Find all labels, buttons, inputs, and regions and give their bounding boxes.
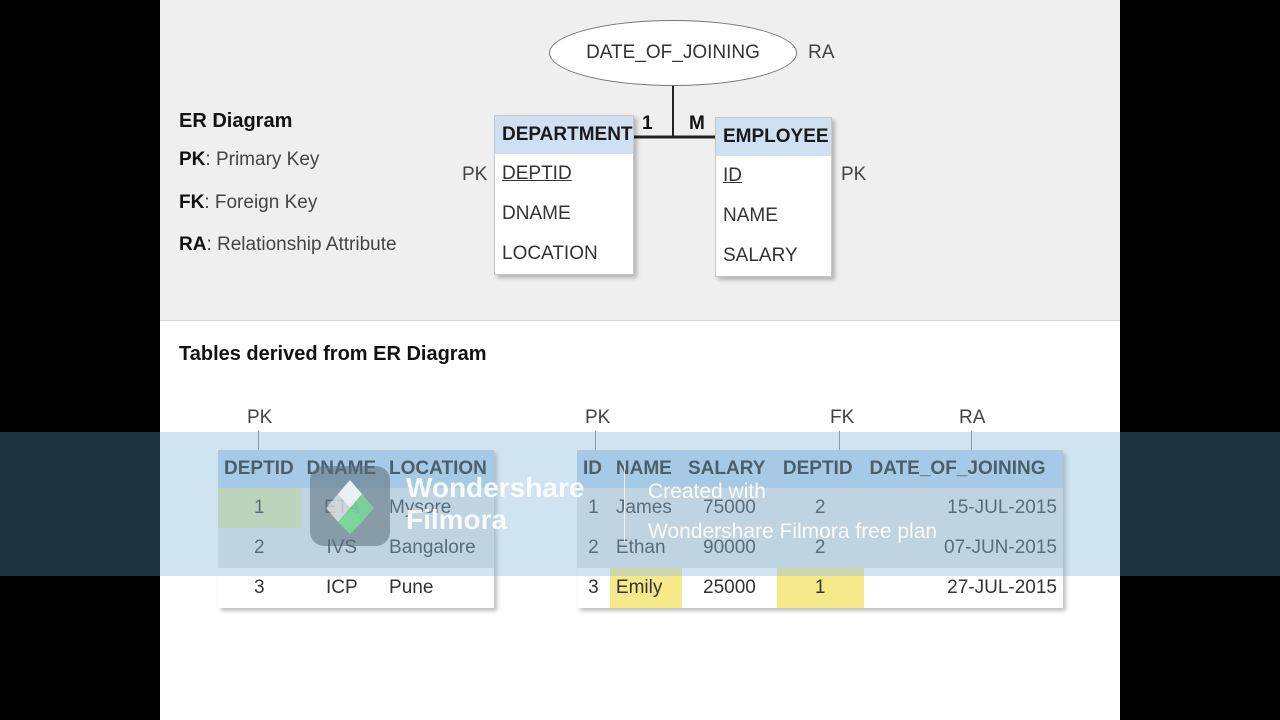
employee-table: ID NAME SALARY DEPTID DATE_OF_JOINING 1 …: [577, 450, 1063, 608]
key-tick: [839, 431, 840, 450]
tables-section-title: Tables derived from ER Diagram: [179, 343, 487, 365]
entity-title: EMPLOYEE: [716, 118, 831, 156]
column-header: LOCATION: [383, 450, 494, 488]
table-cell: Mysore: [383, 488, 494, 528]
key-tick: [971, 431, 972, 450]
employee-entity: EMPLOYEE ID NAME SALARY: [715, 117, 832, 277]
entity-attribute-pk: DEPTID: [502, 163, 572, 184]
table-cell-highlighted: 1: [218, 488, 301, 528]
dept-table-pk-label: PK: [247, 407, 273, 428]
watermark-band-left: [0, 432, 160, 576]
table-cell: 2: [218, 528, 301, 568]
table-cell: 75000: [682, 488, 777, 528]
table-row: 3 ICP Pune: [218, 568, 494, 608]
table-cell: 25000: [703, 577, 756, 598]
table-cell: 2: [776, 528, 864, 568]
department-pk-label: PK: [462, 164, 488, 185]
relationship-attribute-ellipse: DATE_OF_JOINING: [549, 20, 797, 86]
slide: ER Diagram PK: Primary Key FK: Foreign K…: [160, 0, 1120, 720]
column-header: ID: [577, 450, 610, 488]
table-cell: James: [609, 488, 682, 528]
emp-table-pk-label: PK: [585, 407, 611, 428]
entity-attribute: DNAME: [502, 203, 571, 224]
table-cell: 1: [577, 488, 610, 528]
table-row: 1 James 75000 2 15-JUL-2015: [577, 488, 1063, 528]
table-cell: 07-JUN-2015: [863, 528, 1063, 568]
emp-table-ra-label: RA: [959, 407, 986, 428]
table-cell: IVS: [300, 528, 384, 568]
ra-label: RA: [808, 42, 835, 63]
watermark-band-right: [1120, 432, 1280, 576]
table-cell: Bangalore: [383, 528, 494, 568]
key-tick: [258, 431, 259, 450]
emp-table-fk-label: FK: [830, 407, 855, 428]
department-entity: DEPARTMENT DEPTID DNAME LOCATION: [494, 115, 634, 275]
table-cell: ICP: [325, 577, 358, 598]
table-row: 2 Ethan 90000 2 07-JUN-2015: [577, 528, 1063, 568]
column-header: DNAME: [300, 450, 384, 488]
column-header: SALARY: [682, 450, 777, 488]
cardinality-many: M: [689, 113, 705, 134]
column-header: NAME: [609, 450, 682, 488]
table-cell: 15-JUL-2015: [863, 488, 1063, 528]
column-header: DEPTID: [776, 450, 864, 488]
key-tick: [595, 431, 596, 450]
column-header: DEPTID: [218, 450, 301, 488]
table-cell: 90000: [682, 528, 777, 568]
employee-pk-label: PK: [841, 164, 867, 185]
table-row: 2 IVS Bangalore: [218, 528, 494, 568]
table-row: 1 ETA Mysore: [218, 488, 494, 528]
column-header: DATE_OF_JOINING: [863, 450, 1063, 488]
table-cell-highlighted: Emily: [609, 568, 682, 608]
table-cell: 3: [253, 577, 265, 598]
table-header-row: ID NAME SALARY DEPTID DATE_OF_JOINING: [577, 450, 1063, 488]
table-cell: 3: [588, 577, 599, 598]
table-cell: 2: [577, 528, 610, 568]
entity-attribute: NAME: [723, 205, 778, 226]
entity-attribute-pk: ID: [723, 165, 742, 186]
table-cell: ETA: [300, 488, 384, 528]
table-header-row: DEPTID DNAME LOCATION: [218, 450, 494, 488]
table-cell: 27-JUL-2015: [947, 577, 1057, 598]
department-table: DEPTID DNAME LOCATION 1 ETA Mysore 2 IVS…: [218, 450, 494, 608]
table-row: 3 Emily 25000 1 27-JUL-2015: [577, 568, 1063, 608]
table-cell: Ethan: [609, 528, 682, 568]
table-cell: Pune: [389, 577, 434, 598]
cardinality-one: 1: [642, 113, 653, 134]
entity-attribute: SALARY: [723, 245, 798, 266]
entity-attribute: LOCATION: [502, 243, 598, 264]
er-diagram-panel: ER Diagram PK: Primary Key FK: Foreign K…: [160, 0, 1120, 321]
entity-title: DEPARTMENT: [495, 116, 633, 154]
table-cell-highlighted: 1: [776, 568, 864, 608]
table-cell: 2: [776, 488, 864, 528]
